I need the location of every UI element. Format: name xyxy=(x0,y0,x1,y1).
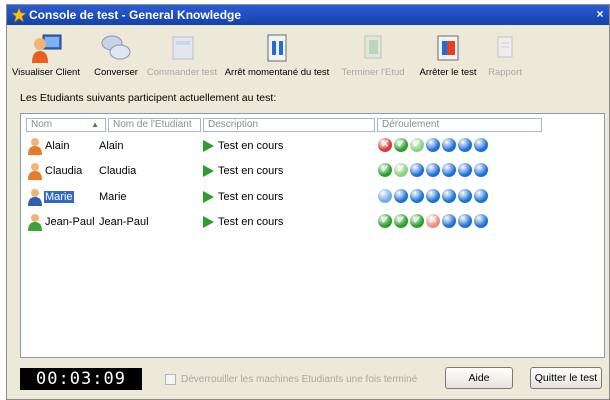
progress-pending-icon xyxy=(458,138,472,152)
column-header-progress[interactable]: Déroulement xyxy=(377,118,542,132)
progress-pending-icon xyxy=(426,189,440,203)
row-description: Test en cours xyxy=(218,140,284,152)
row-nom: Alain xyxy=(45,140,70,152)
pause-test-icon xyxy=(267,34,287,62)
progress-pending-icon xyxy=(426,163,440,177)
help-button[interactable]: Aide xyxy=(445,367,513,389)
table-row[interactable]: Alain Alain Test en cours ✕ ✓ ✓ xyxy=(21,136,604,156)
row-student-name: Jean-Paul xyxy=(99,216,149,228)
stop-test-icon xyxy=(437,35,459,61)
progress-pending-icon xyxy=(442,138,456,152)
student-avatar-icon xyxy=(28,138,42,155)
elapsed-timer: 00:03:09 xyxy=(20,368,142,390)
intro-text: Les Etudiants suivants participent actue… xyxy=(20,92,277,104)
progress-correct-icon: ✓ xyxy=(410,214,424,228)
progress-correct-icon: ✓ xyxy=(394,138,408,152)
person-monitor-icon xyxy=(32,34,62,63)
row-nom: Jean-Paul xyxy=(45,216,95,228)
row-student-name: Claudia xyxy=(99,165,137,177)
sort-ascending-icon: ▲ xyxy=(91,120,99,129)
command-test-label: Commander test xyxy=(146,67,218,78)
checkbox-box[interactable] xyxy=(165,374,176,385)
table-row[interactable]: Marie Marie Test en cours xyxy=(21,187,604,207)
progress-pending-icon xyxy=(458,214,472,228)
progress-pending-icon xyxy=(442,214,456,228)
test-console-window: Console de test - General Knowledge × Vi… xyxy=(6,4,610,400)
play-status-icon xyxy=(203,140,214,152)
view-client-button[interactable]: Visualiser Client xyxy=(11,27,81,83)
report-button[interactable]: Rapport xyxy=(485,27,525,83)
progress-pending-icon xyxy=(458,189,472,203)
column-header-student[interactable]: Nom de l'Etudiant xyxy=(108,118,201,132)
progress-pending-icon xyxy=(426,138,440,152)
pause-test-label: Arrêt momentané du test xyxy=(224,67,330,78)
progress-wrong-icon: ✕ xyxy=(426,214,440,228)
column-header-nom[interactable]: Nom ▲ xyxy=(26,118,106,132)
play-status-icon xyxy=(203,216,214,228)
row-nom: Claudia xyxy=(45,165,83,177)
progress-correct-icon: ✓ xyxy=(378,214,392,228)
row-description: Test en cours xyxy=(218,216,284,228)
row-nom: Marie xyxy=(44,191,74,203)
progress-wrong-icon: ✕ xyxy=(378,138,392,152)
progress-pending-icon xyxy=(474,189,488,203)
row-description: Test en cours xyxy=(218,191,284,203)
progress-pending-icon xyxy=(474,138,488,152)
progress-pending-icon xyxy=(458,163,472,177)
finish-student-button[interactable]: Terminer l'Etud xyxy=(337,27,409,83)
command-test-icon xyxy=(172,36,194,60)
unlock-machines-label: Déverrouiller les machines Etudiants une… xyxy=(181,374,418,385)
report-label: Rapport xyxy=(488,67,522,78)
table-row[interactable]: Claudia Claudia Test en cours ✓ ✓ xyxy=(21,161,604,181)
progress-correct-icon: ✓ xyxy=(410,138,424,152)
progress-pending-icon xyxy=(442,189,456,203)
quit-test-button[interactable]: Quitter le test xyxy=(530,367,602,389)
play-status-icon xyxy=(203,165,214,177)
play-status-icon xyxy=(203,191,214,203)
toolbar: Visualiser Client Converser Commander te… xyxy=(7,27,609,83)
star-app-icon xyxy=(11,7,27,23)
progress-pending-icon xyxy=(410,189,424,203)
student-avatar-icon xyxy=(28,189,42,206)
progress-pending-icon xyxy=(474,163,488,177)
progress-correct-icon: ✓ xyxy=(394,163,408,177)
chat-bubbles-icon xyxy=(101,35,131,60)
report-icon xyxy=(497,36,513,58)
progress-pending-icon xyxy=(442,163,456,177)
pause-test-button[interactable]: Arrêt momentané du test xyxy=(225,27,329,83)
progress-current-icon xyxy=(378,189,392,203)
student-avatar-icon xyxy=(28,163,42,180)
row-description: Test en cours xyxy=(218,165,284,177)
title-bar[interactable]: Console de test - General Knowledge × xyxy=(7,5,609,25)
progress-pending-icon xyxy=(474,214,488,228)
command-test-button[interactable]: Commander test xyxy=(147,27,217,83)
progress-pending-icon xyxy=(394,189,408,203)
finish-student-icon xyxy=(364,35,382,59)
progress-correct-icon: ✓ xyxy=(394,214,408,228)
row-student-name: Alain xyxy=(99,140,124,152)
progress-pending-icon xyxy=(410,163,424,177)
student-avatar-icon xyxy=(28,214,42,231)
close-icon[interactable]: × xyxy=(593,7,607,22)
column-header-description[interactable]: Description xyxy=(203,118,375,132)
progress-correct-icon: ✓ xyxy=(378,163,392,177)
students-list[interactable]: Nom ▲ Nom de l'Etudiant Description Déro… xyxy=(20,113,605,358)
stop-test-button[interactable]: Arrêter le test xyxy=(415,27,481,83)
window-title: Console de test - General Knowledge xyxy=(29,8,242,22)
row-student-name: Marie xyxy=(99,191,127,203)
table-row[interactable]: Jean-Paul Jean-Paul Test en cours ✓ ✓ ✓ ✕ xyxy=(21,212,604,232)
